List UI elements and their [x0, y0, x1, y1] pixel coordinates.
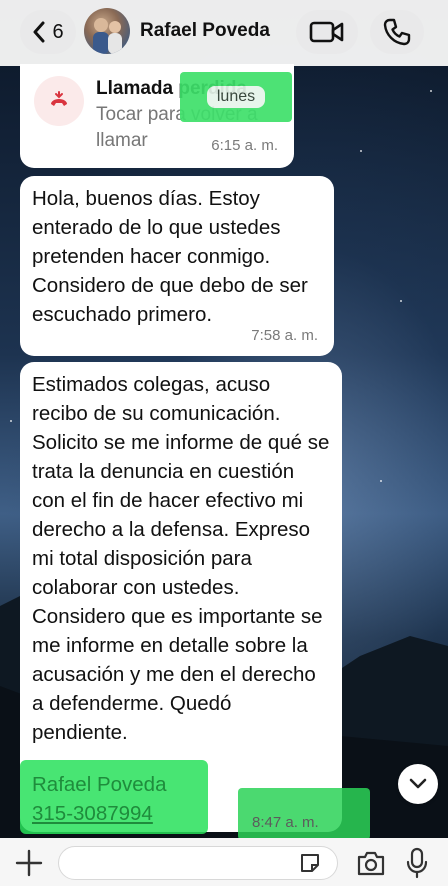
avatar[interactable]	[84, 8, 130, 54]
message-time: 7:58 a. m.	[251, 327, 318, 344]
video-call-button[interactable]	[296, 10, 358, 54]
unread-count: 6	[52, 20, 64, 43]
message-input[interactable]	[58, 846, 338, 880]
video-camera-icon	[309, 21, 344, 43]
composer-bar	[0, 838, 448, 886]
message-bubble[interactable]: Hola, buenos días. Estoy enterado de lo …	[20, 176, 334, 356]
contact-name[interactable]: Rafael Poveda	[140, 20, 270, 42]
message-time: 6:15 a. m.	[211, 137, 278, 154]
back-button[interactable]: 6	[20, 10, 76, 54]
phone-icon	[383, 18, 411, 46]
sticker-icon[interactable]	[298, 851, 322, 875]
signature-name: Rafael Poveda	[32, 773, 167, 796]
signature-phone-link[interactable]: 315-3087994	[32, 799, 166, 828]
message-text: Estimados colegas, acuso recibo de su co…	[32, 373, 330, 744]
chevron-down-icon	[409, 778, 427, 789]
microphone-icon[interactable]	[406, 847, 428, 879]
message-text: Hola, buenos días. Estoy enterado de lo …	[32, 187, 308, 326]
scroll-to-bottom-button[interactable]	[398, 764, 438, 804]
plus-icon[interactable]	[14, 848, 44, 878]
day-divider: lunes	[180, 72, 292, 122]
chevron-left-icon	[33, 21, 45, 43]
chat-header: 6 Rafael Poveda	[0, 0, 448, 66]
day-divider-label: lunes	[206, 86, 266, 108]
message-time: 8:47 a. m.	[252, 814, 319, 831]
camera-icon[interactable]	[356, 849, 386, 877]
voice-call-button[interactable]	[370, 10, 424, 54]
missed-call-icon	[34, 76, 84, 126]
